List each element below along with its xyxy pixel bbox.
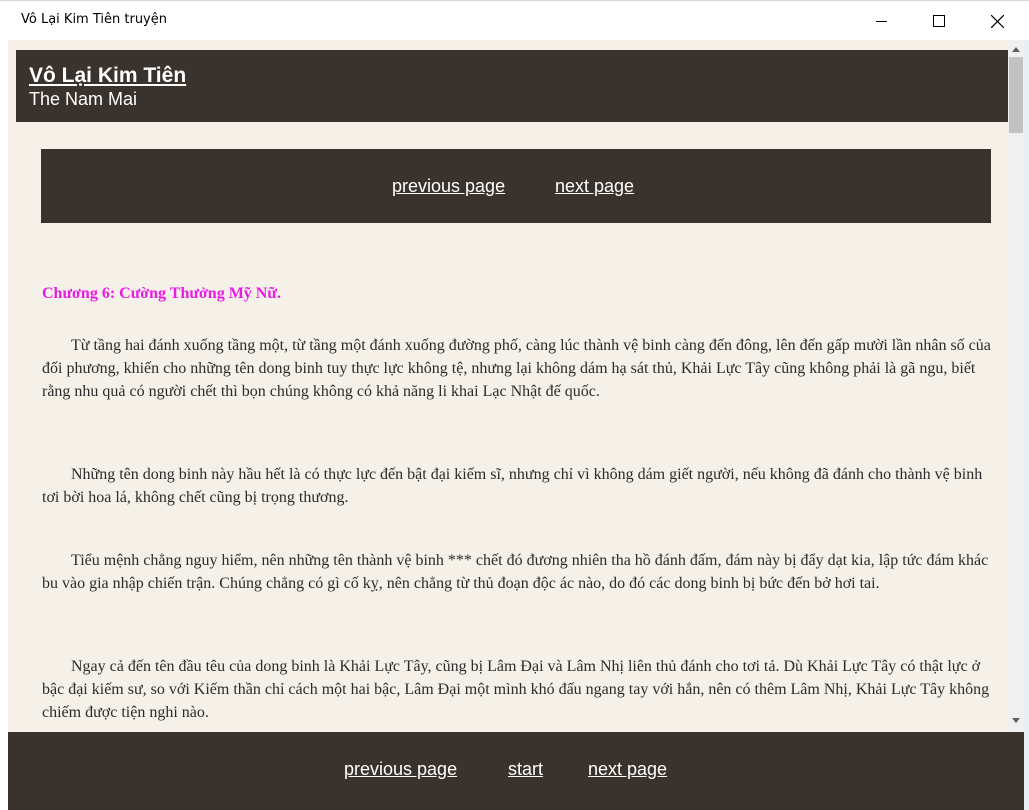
reader-page: Vô Lại Kim Tiên The Nam Mai previous pag… <box>8 40 1024 810</box>
bottom-start-link[interactable]: start <box>508 759 543 780</box>
window-title: Vô Lại Kim Tiên truyện <box>21 12 167 27</box>
author-name: The Nam Mai <box>29 89 138 109</box>
close-icon <box>990 14 1004 28</box>
bottom-next-page-link[interactable]: next page <box>588 759 667 780</box>
top-next-page-link[interactable]: next page <box>555 176 634 197</box>
scroll-down-button[interactable] <box>1008 711 1024 727</box>
chapter-paragraph: Những tên dong binh này hầu hết là có th… <box>42 466 983 506</box>
scroll-down-icon <box>1012 710 1020 728</box>
book-header: Vô Lại Kim Tiên The Nam Mai <box>16 50 1008 122</box>
window-border <box>0 40 8 810</box>
window-titlebar: Vô Lại Kim Tiên truyện <box>0 0 1029 40</box>
background-window-edge <box>1024 40 1029 810</box>
bottom-navigation: previous page start next page <box>8 732 1024 810</box>
vertical-scrollbar[interactable] <box>1008 40 1024 732</box>
minimize-button[interactable] <box>852 1 910 41</box>
bottom-previous-page-link[interactable]: previous page <box>344 759 457 780</box>
chapter-paragraph: Ngay cả đến tên đầu têu của dong binh là… <box>42 658 990 721</box>
maximize-button[interactable] <box>910 1 968 41</box>
scroll-up-button[interactable] <box>1008 40 1024 56</box>
chapter-paragraph: Tiểu mệnh chẳng nguy hiểm, nên những tên… <box>42 552 989 592</box>
close-button[interactable] <box>968 1 1026 41</box>
scrollbar-thumb[interactable] <box>1009 57 1023 133</box>
scroll-up-icon <box>1012 40 1020 57</box>
maximize-icon <box>933 15 945 27</box>
chapter-paragraph: Từ tầng hai đánh xuống tầng một, từ tầng… <box>42 337 991 400</box>
chapter-title: Chương 6: Cường Thưởng Mỹ Nữ. <box>42 285 281 302</box>
minimize-icon <box>875 16 887 27</box>
top-navigation: previous page next page <box>41 149 991 223</box>
book-title-link[interactable]: Vô Lại Kim Tiên <box>29 64 186 88</box>
top-previous-page-link[interactable]: previous page <box>392 176 505 197</box>
